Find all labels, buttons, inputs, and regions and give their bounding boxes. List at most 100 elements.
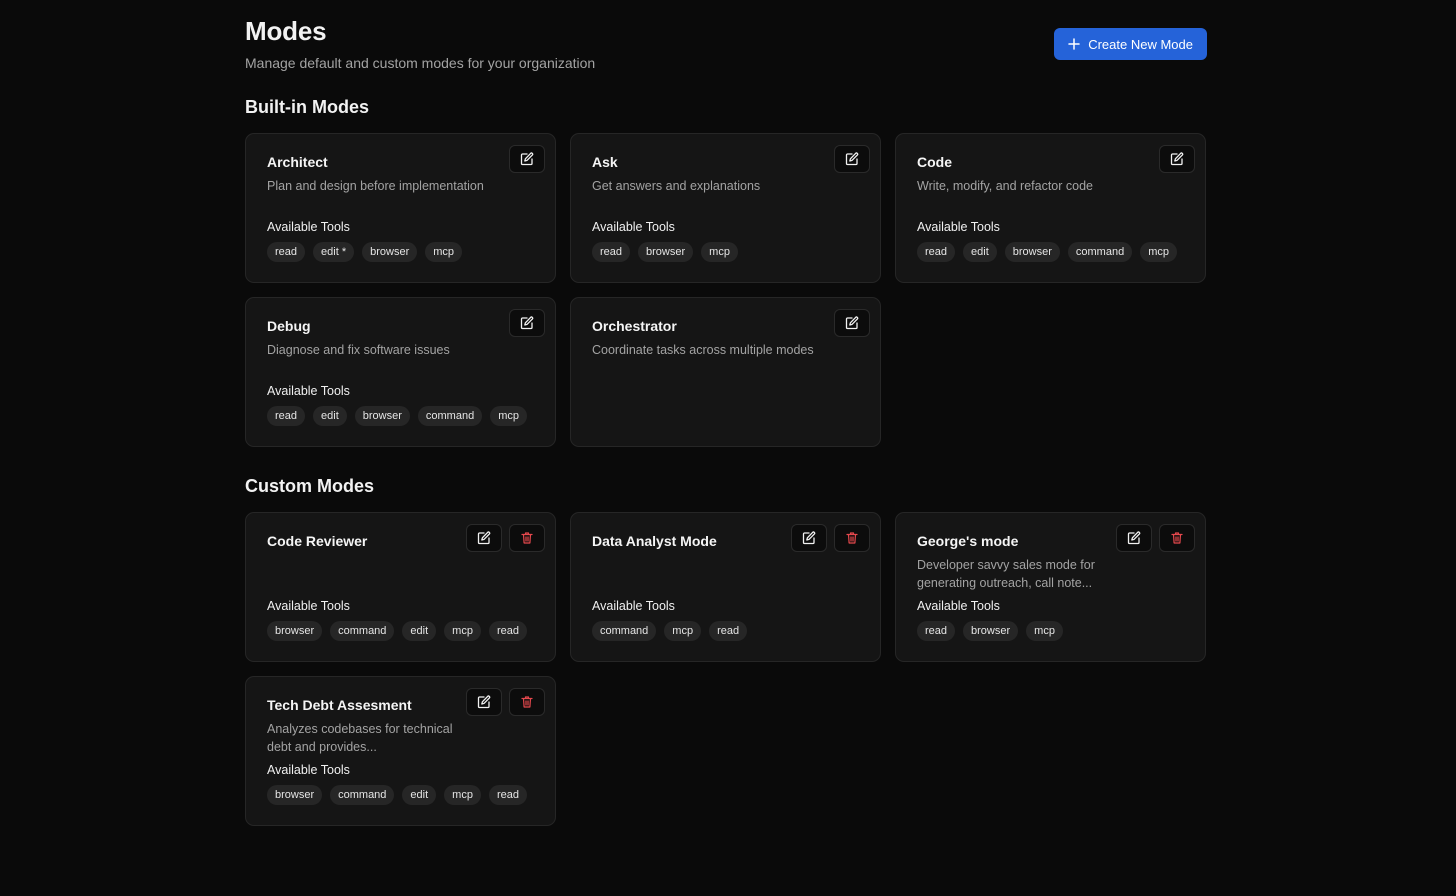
edit-mode-button[interactable] bbox=[509, 309, 545, 337]
mode-description: Analyzes codebases for technical debt an… bbox=[267, 722, 453, 754]
card-actions bbox=[834, 309, 870, 337]
card-actions bbox=[834, 145, 870, 173]
tool-tag: read bbox=[592, 242, 631, 262]
edit-mode-button[interactable] bbox=[466, 688, 502, 716]
delete-mode-button[interactable] bbox=[509, 688, 545, 716]
delete-mode-button[interactable] bbox=[1159, 524, 1195, 552]
mode-description: Diagnose and fix software issues bbox=[267, 343, 450, 357]
tool-tag: command bbox=[1067, 242, 1133, 262]
mode-name: Debug bbox=[267, 318, 311, 334]
create-new-mode-label: Create New Mode bbox=[1088, 36, 1193, 52]
edit-mode-button[interactable] bbox=[791, 524, 827, 552]
tool-tag: mcp bbox=[701, 242, 738, 262]
tool-tag: edit bbox=[402, 621, 437, 641]
tool-tag: command bbox=[592, 621, 657, 641]
available-tools-label: Available Tools bbox=[267, 763, 350, 777]
edit-icon bbox=[845, 316, 859, 330]
mode-card: Code Reviewer Available Tools browser comma… bbox=[245, 512, 556, 662]
trash-icon bbox=[1171, 532, 1183, 544]
tool-tag: mcp bbox=[1026, 621, 1063, 641]
available-tools-label: Available Tools bbox=[267, 384, 350, 398]
mode-description: Get answers and explanations bbox=[592, 179, 761, 193]
page-heading: Modes Manage default and custom modes fo… bbox=[245, 16, 595, 71]
tool-tags: read edit browser command mcp bbox=[267, 406, 527, 426]
tool-tags: read browser mcp bbox=[592, 242, 738, 262]
tool-tag: browser bbox=[1004, 242, 1060, 262]
mode-description bbox=[592, 556, 792, 592]
edit-mode-button[interactable] bbox=[1159, 145, 1195, 173]
mode-name: Architect bbox=[267, 154, 328, 170]
mode-card: Ask Get answers and explanations Available… bbox=[570, 133, 881, 283]
tool-tag: read bbox=[488, 785, 527, 805]
edit-mode-button[interactable] bbox=[1116, 524, 1152, 552]
create-new-mode-button[interactable]: Create New Mode bbox=[1054, 28, 1207, 60]
plus-icon bbox=[1068, 38, 1080, 50]
tool-tag: browser bbox=[362, 242, 418, 262]
tool-tag: read bbox=[917, 621, 956, 641]
tool-tag: read bbox=[709, 621, 748, 641]
mode-card: Debug Diagnose and fix software issues Ava… bbox=[245, 297, 556, 447]
tool-tag: read bbox=[917, 242, 956, 262]
custom-modes-title: Custom Modes bbox=[245, 476, 375, 496]
tool-tag: command bbox=[330, 785, 395, 805]
mode-name: Code bbox=[917, 154, 952, 170]
edit-icon bbox=[520, 152, 534, 166]
card-actions bbox=[466, 524, 545, 552]
tool-tag: read bbox=[267, 242, 306, 262]
builtin-modes-grid: Architect Plan and design before implemen… bbox=[245, 133, 1207, 447]
tool-tag: mcp bbox=[664, 621, 702, 641]
tool-tag: command bbox=[330, 621, 395, 641]
available-tools-label: Available Tools bbox=[267, 220, 350, 234]
mode-card: George's mode Developer savvy sales mode … bbox=[895, 512, 1206, 662]
mode-name: Ask bbox=[592, 154, 618, 170]
mode-card: Architect Plan and design before implemen… bbox=[245, 133, 556, 283]
edit-mode-button[interactable] bbox=[834, 309, 870, 337]
mode-card: Data Analyst Mode Available Tools command m… bbox=[570, 512, 881, 662]
tool-tags: browser command edit mcp read bbox=[267, 621, 527, 641]
mode-name: Orchestrator bbox=[592, 318, 677, 334]
available-tools-label: Available Tools bbox=[267, 599, 350, 613]
trash-icon bbox=[521, 696, 533, 708]
available-tools-label: Available Tools bbox=[592, 599, 675, 613]
tool-tag: browser bbox=[354, 406, 410, 426]
delete-mode-button[interactable] bbox=[509, 524, 545, 552]
edit-mode-button[interactable] bbox=[466, 524, 502, 552]
tool-tag: edit bbox=[963, 242, 997, 262]
mode-card: Orchestrator Coordinate tasks across mult… bbox=[570, 297, 881, 447]
tool-tag: mcp bbox=[490, 406, 527, 426]
custom-modes-grid: Code Reviewer Available Tools browser comma… bbox=[245, 512, 1207, 826]
page-title: Modes bbox=[245, 16, 327, 46]
edit-mode-button[interactable] bbox=[509, 145, 545, 173]
card-actions bbox=[791, 524, 870, 552]
mode-card: Code Write, modify, and refactor code Avai… bbox=[895, 133, 1206, 283]
card-actions bbox=[466, 688, 545, 716]
edit-icon bbox=[1170, 152, 1184, 166]
tool-tag: browser bbox=[963, 621, 1019, 641]
tool-tag: mcp bbox=[444, 621, 481, 641]
tool-tag: edit bbox=[402, 785, 437, 805]
card-actions bbox=[509, 309, 545, 337]
tool-tag: mcp bbox=[425, 242, 463, 262]
tool-tags: read edit * browser mcp bbox=[267, 242, 463, 262]
mode-description: Write, modify, and refactor code bbox=[917, 179, 1094, 193]
builtin-modes-title: Built-in Modes bbox=[245, 97, 369, 117]
edit-mode-button[interactable] bbox=[834, 145, 870, 173]
available-tools-label: Available Tools bbox=[592, 220, 675, 234]
card-actions bbox=[1159, 145, 1195, 173]
trash-icon bbox=[846, 532, 858, 544]
tool-tags: read edit browser command mcp bbox=[917, 242, 1177, 262]
mode-description bbox=[267, 556, 467, 592]
mode-description: Coordinate tasks across multiple modes bbox=[592, 343, 814, 357]
mode-description: Developer savvy sales mode for generatin… bbox=[917, 558, 1095, 590]
tool-tags: read browser mcp bbox=[917, 621, 1063, 641]
page-subtitle: Manage default and custom modes for your… bbox=[245, 55, 596, 71]
available-tools-label: Available Tools bbox=[917, 599, 1000, 613]
page-header: Modes Manage default and custom modes fo… bbox=[245, 16, 1207, 90]
mode-description: Plan and design before implementation bbox=[267, 179, 484, 193]
tool-tag: edit * bbox=[313, 242, 355, 262]
tool-tag: mcp bbox=[444, 785, 481, 805]
card-actions bbox=[1116, 524, 1195, 552]
delete-mode-button[interactable] bbox=[834, 524, 870, 552]
tool-tag: browser bbox=[267, 785, 323, 805]
trash-icon bbox=[521, 532, 533, 544]
